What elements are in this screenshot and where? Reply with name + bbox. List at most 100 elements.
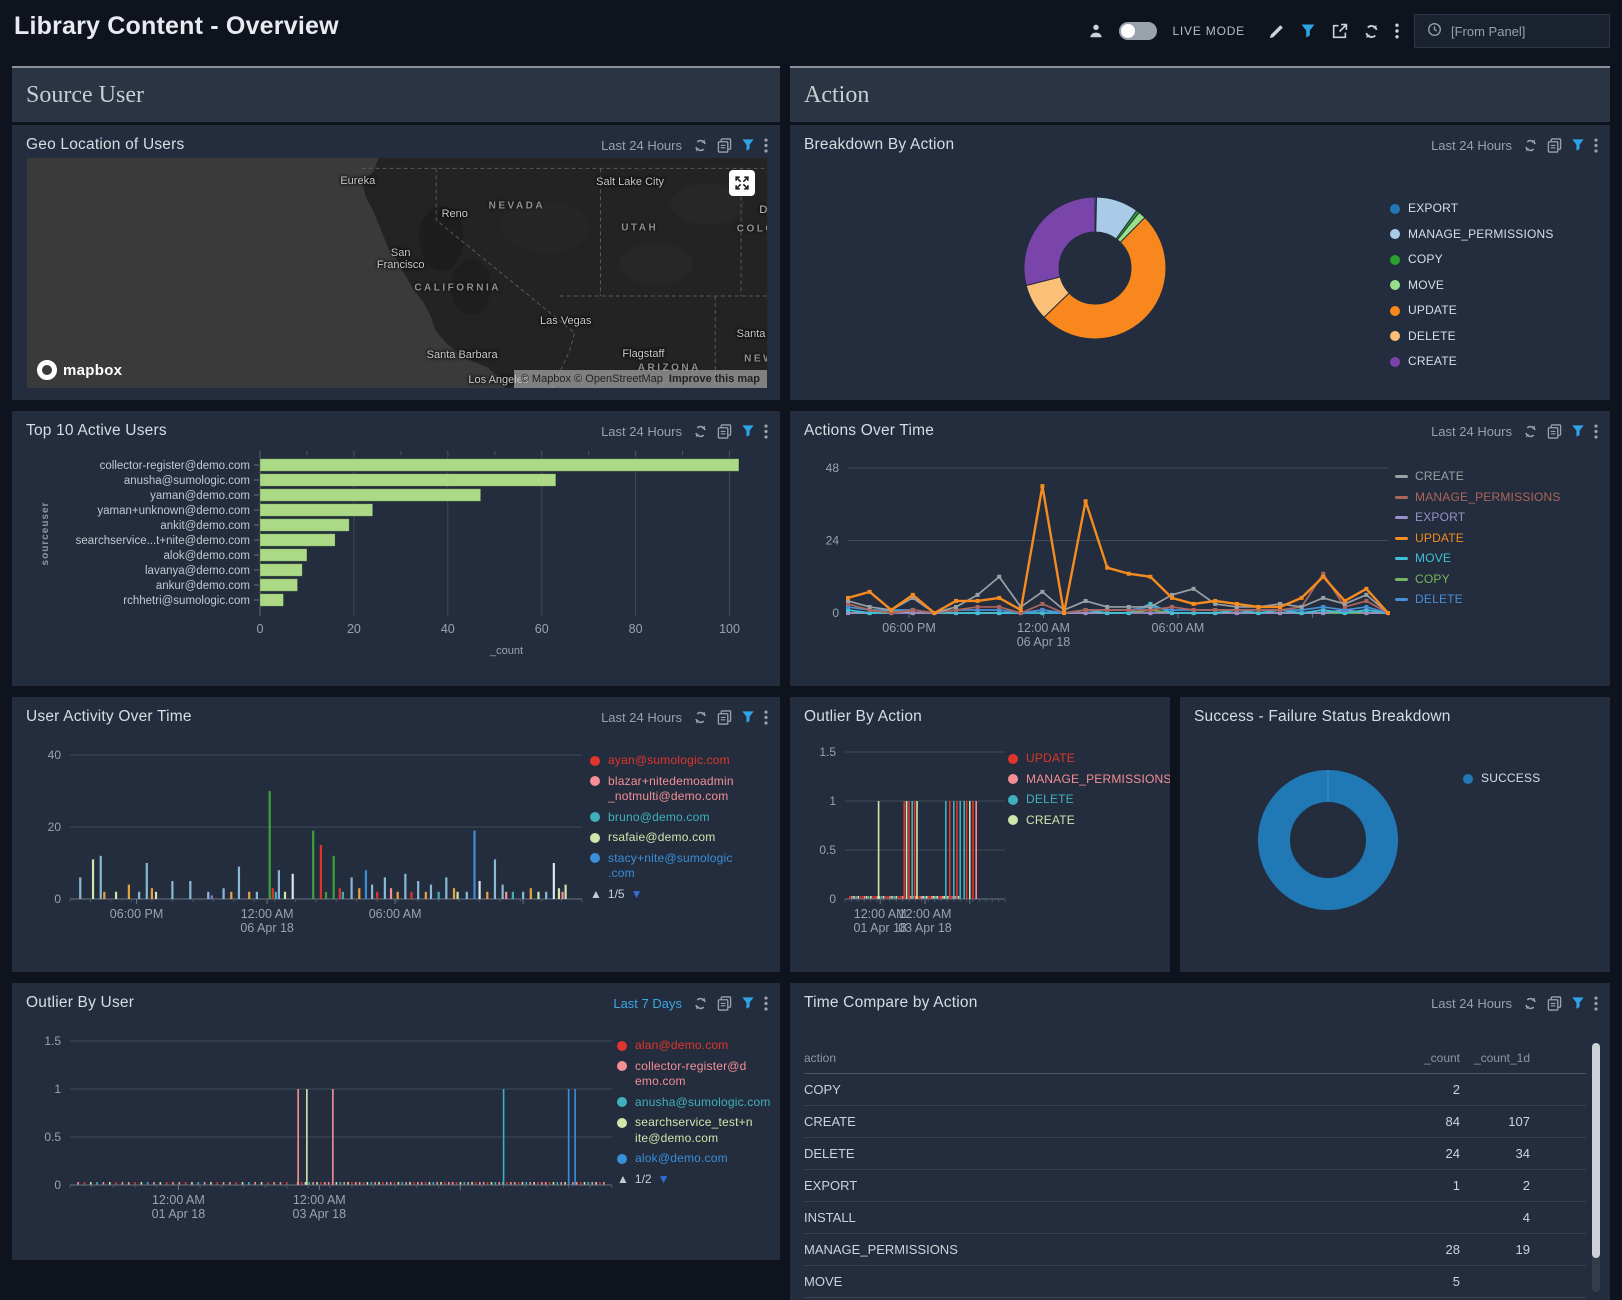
svg-text:100: 100 xyxy=(719,622,740,636)
mapbox-logo[interactable]: mapbox xyxy=(37,360,122,380)
legend-item[interactable]: CREATE xyxy=(1395,469,1561,485)
legend-item[interactable]: SUCCESS xyxy=(1463,771,1540,787)
column-header-count[interactable]: _count xyxy=(1390,1051,1460,1065)
legend-item[interactable]: anusha@sumologic.com xyxy=(617,1095,777,1111)
legend-item[interactable]: CREATE xyxy=(1008,813,1170,829)
refresh-icon[interactable] xyxy=(693,996,708,1011)
legend-item[interactable]: DELETE xyxy=(1390,329,1554,345)
legend-item[interactable]: MANAGE_PERMISSIONS xyxy=(1008,772,1170,788)
map-fullscreen-button[interactable] xyxy=(729,170,755,196)
legend-item[interactable]: MOVE xyxy=(1395,551,1561,567)
filter-icon[interactable] xyxy=(741,710,755,724)
map-attribution[interactable]: © Mapbox © OpenStreetMap Improve this map xyxy=(514,370,767,388)
legend-item[interactable]: MANAGE_PERMISSIONS xyxy=(1390,227,1554,243)
legend-item[interactable]: UPDATE xyxy=(1395,531,1561,547)
legend-item[interactable]: MOVE xyxy=(1390,278,1554,294)
legend-item[interactable]: blazar+nitedemoadmin _notmulti@demo.com xyxy=(590,774,775,805)
improve-map-link[interactable]: Improve this map xyxy=(669,373,760,385)
map-canvas[interactable]: EurekaSalt Lake CityRenoNEVADASan Franci… xyxy=(27,158,767,388)
attribution-text[interactable]: © Mapbox © OpenStreetMap xyxy=(521,373,663,385)
more-menu-icon[interactable] xyxy=(1395,23,1399,39)
legend-item[interactable]: rsafaie@demo.com xyxy=(590,830,775,846)
copy-icon[interactable] xyxy=(717,423,732,439)
share-icon[interactable] xyxy=(1331,23,1348,40)
legend-item[interactable]: searchservice_test+n ite@demo.com xyxy=(617,1115,777,1146)
legend-item[interactable]: alan@demo.com xyxy=(617,1038,777,1054)
legend-item[interactable]: EXPORT xyxy=(1395,510,1561,526)
table-scrollbar[interactable] xyxy=(1592,1043,1600,1292)
panel-time-range[interactable]: Last 24 Hours xyxy=(1431,996,1512,1011)
refresh-icon[interactable] xyxy=(693,710,708,725)
more-menu-icon[interactable] xyxy=(764,710,768,725)
copy-icon[interactable] xyxy=(717,709,732,725)
svg-text:03 Apr 18: 03 Apr 18 xyxy=(898,921,952,935)
live-mode-toggle[interactable] xyxy=(1119,22,1157,40)
copy-icon[interactable] xyxy=(717,995,732,1011)
filter-icon[interactable] xyxy=(741,138,755,152)
legend-item[interactable]: CREATE xyxy=(1390,354,1554,370)
svg-text:12:00 AM: 12:00 AM xyxy=(854,907,907,921)
filter-icon[interactable] xyxy=(1571,996,1585,1010)
panel-time-range[interactable]: Last 24 Hours xyxy=(1431,138,1512,153)
refresh-icon[interactable] xyxy=(1363,23,1380,40)
panel-time-range[interactable]: Last 7 Days xyxy=(613,996,682,1011)
filter-icon[interactable] xyxy=(1571,138,1585,152)
map-basemap xyxy=(27,158,767,388)
panel-time-range[interactable]: Last 24 Hours xyxy=(601,138,682,153)
refresh-icon[interactable] xyxy=(693,424,708,439)
legend-item[interactable]: DELETE xyxy=(1008,792,1170,808)
refresh-icon[interactable] xyxy=(693,138,708,153)
more-menu-icon[interactable] xyxy=(764,424,768,439)
more-menu-icon[interactable] xyxy=(1594,424,1598,439)
legend-item[interactable]: EXPORT xyxy=(1390,201,1554,217)
copy-icon[interactable] xyxy=(717,137,732,153)
copy-icon[interactable] xyxy=(1547,423,1562,439)
panel-time-range[interactable]: Last 24 Hours xyxy=(1431,424,1512,439)
user-icon[interactable] xyxy=(1088,23,1104,39)
panel-time-range[interactable]: Last 24 Hours xyxy=(601,424,682,439)
refresh-icon[interactable] xyxy=(1523,996,1538,1011)
column-header-count-1d[interactable]: _count_1d xyxy=(1460,1051,1530,1065)
legend-item[interactable]: ayan@sumologic.com xyxy=(590,753,775,769)
edit-pencil-icon[interactable] xyxy=(1268,23,1285,40)
svg-text:06 Apr 18: 06 Apr 18 xyxy=(1017,635,1071,649)
legend-item[interactable]: bruno@demo.com xyxy=(590,810,775,826)
legend-item[interactable]: COPY xyxy=(1395,572,1561,588)
page-up-icon[interactable]: ▲ xyxy=(590,887,602,903)
refresh-icon[interactable] xyxy=(1523,138,1538,153)
filter-icon[interactable] xyxy=(741,424,755,438)
legend-item[interactable]: UPDATE xyxy=(1008,751,1170,767)
scrollbar-thumb[interactable] xyxy=(1592,1043,1600,1258)
copy-icon[interactable] xyxy=(1547,137,1562,153)
page-down-icon[interactable]: ▼ xyxy=(631,887,643,903)
legend-label: CREATE xyxy=(1026,813,1075,829)
page-down-icon[interactable]: ▼ xyxy=(658,1172,670,1188)
more-menu-icon[interactable] xyxy=(764,996,768,1011)
legend-swatch xyxy=(1390,280,1400,290)
filter-icon[interactable] xyxy=(1571,424,1585,438)
expand-icon xyxy=(733,174,751,192)
legend-item[interactable]: stacy+nite@sumologic .com xyxy=(590,851,775,882)
legend-item[interactable]: alok@demo.com xyxy=(617,1151,777,1167)
panel-title: Success - Failure Status Breakdown xyxy=(1194,708,1451,726)
cell-count: 84 xyxy=(1390,1114,1460,1129)
column-header-action[interactable]: action xyxy=(804,1051,1390,1065)
more-menu-icon[interactable] xyxy=(1594,138,1598,153)
legend-item[interactable]: DELETE xyxy=(1395,592,1561,608)
panel-time-range[interactable]: Last 24 Hours xyxy=(601,710,682,725)
copy-icon[interactable] xyxy=(1547,995,1562,1011)
more-menu-icon[interactable] xyxy=(764,138,768,153)
legend-swatch xyxy=(617,1118,627,1128)
more-menu-icon[interactable] xyxy=(1594,996,1598,1011)
legend-item[interactable]: COPY xyxy=(1390,252,1554,268)
filter-icon[interactable] xyxy=(1300,23,1316,39)
svg-text:1: 1 xyxy=(829,794,836,808)
refresh-icon[interactable] xyxy=(1523,424,1538,439)
legend-item[interactable]: UPDATE xyxy=(1390,303,1554,319)
legend-item[interactable]: collector-register@d emo.com xyxy=(617,1059,777,1090)
legend-item[interactable]: MANAGE_PERMISSIONS xyxy=(1395,490,1561,506)
filter-icon[interactable] xyxy=(741,996,755,1010)
page-up-icon[interactable]: ▲ xyxy=(617,1172,629,1188)
legend-label: CREATE xyxy=(1415,469,1464,485)
time-range-selector[interactable]: [From Panel] xyxy=(1414,14,1610,48)
